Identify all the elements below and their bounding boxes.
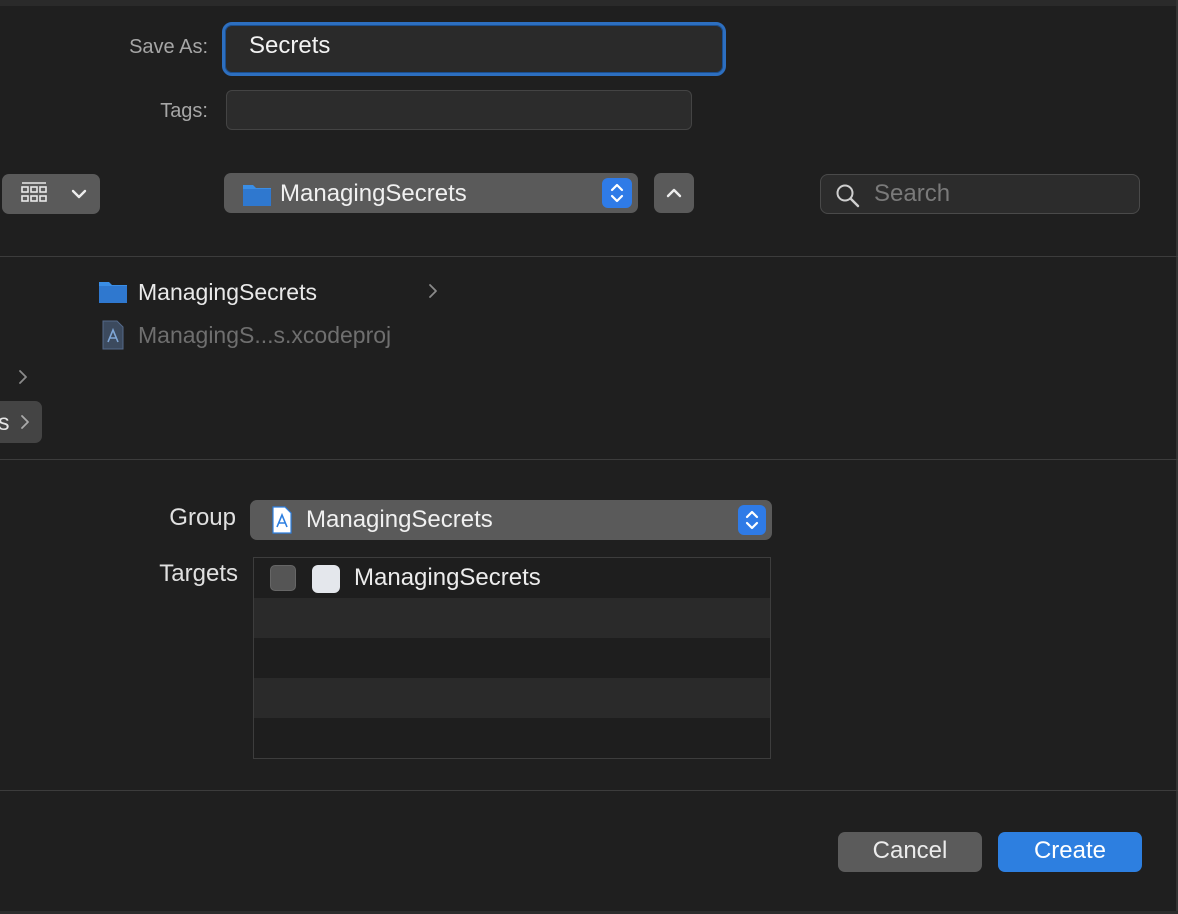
chevron-up-icon [666, 188, 682, 198]
target-name: ManagingSecrets [354, 564, 541, 591]
chevron-right-icon [429, 284, 437, 298]
xcodeproj-file-icon [102, 320, 124, 350]
sidebar-item-label-partial: s [0, 409, 10, 435]
sidebar-selected-item[interactable]: s [0, 401, 42, 443]
group-stepper[interactable] [738, 505, 766, 535]
divider-top [0, 256, 1178, 257]
target-row-empty [254, 718, 770, 758]
targets-list: ManagingSecrets [253, 557, 771, 759]
tags-field[interactable] [226, 90, 692, 130]
view-mode-button[interactable] [2, 174, 100, 214]
location-stepper[interactable] [602, 178, 632, 208]
target-row-empty [254, 678, 770, 718]
target-row[interactable]: ManagingSecrets [254, 558, 770, 598]
browser-item-xcodeproj: ManagingS...s.xcodeproj [96, 320, 436, 352]
folder-icon [243, 185, 271, 206]
go-up-button[interactable] [654, 173, 694, 213]
chevron-down-icon [71, 189, 87, 199]
up-down-chevrons-icon [610, 183, 624, 203]
search-field[interactable] [820, 174, 1140, 214]
save-as-label: Save As: [129, 36, 208, 58]
sheet-top-edge [0, 0, 1178, 6]
save-as-field[interactable]: Secrets [222, 22, 726, 76]
location-popup[interactable]: ManagingSecrets [224, 173, 638, 213]
up-down-chevrons-icon [745, 510, 759, 530]
targets-label: Targets [159, 560, 238, 587]
search-icon [836, 184, 860, 208]
group-value: ManagingSecrets [306, 506, 493, 533]
target-checkbox[interactable] [270, 565, 296, 591]
project-file-icon [272, 506, 292, 534]
divider-middle [0, 459, 1178, 460]
group-label: Group [169, 504, 236, 531]
group-popup[interactable]: ManagingSecrets [250, 500, 772, 540]
cancel-button[interactable]: Cancel [838, 832, 982, 872]
grid-view-icon [21, 182, 47, 202]
browser-item-label: ManagingSecrets [138, 279, 317, 305]
browser-item-folder[interactable]: ManagingSecrets [96, 278, 456, 308]
chevron-right-icon [21, 415, 29, 429]
app-target-icon [312, 565, 340, 593]
chevron-right-icon[interactable] [16, 368, 30, 386]
create-button[interactable]: Create [998, 832, 1142, 872]
location-label: ManagingSecrets [280, 180, 467, 207]
folder-icon [99, 282, 127, 303]
target-row-empty [254, 598, 770, 638]
divider-bottom [0, 790, 1178, 791]
tags-label: Tags: [160, 100, 208, 122]
target-row-empty [254, 638, 770, 678]
search-placeholder: Search [874, 180, 951, 207]
browser-item-label: ManagingS...s.xcodeproj [138, 322, 392, 348]
